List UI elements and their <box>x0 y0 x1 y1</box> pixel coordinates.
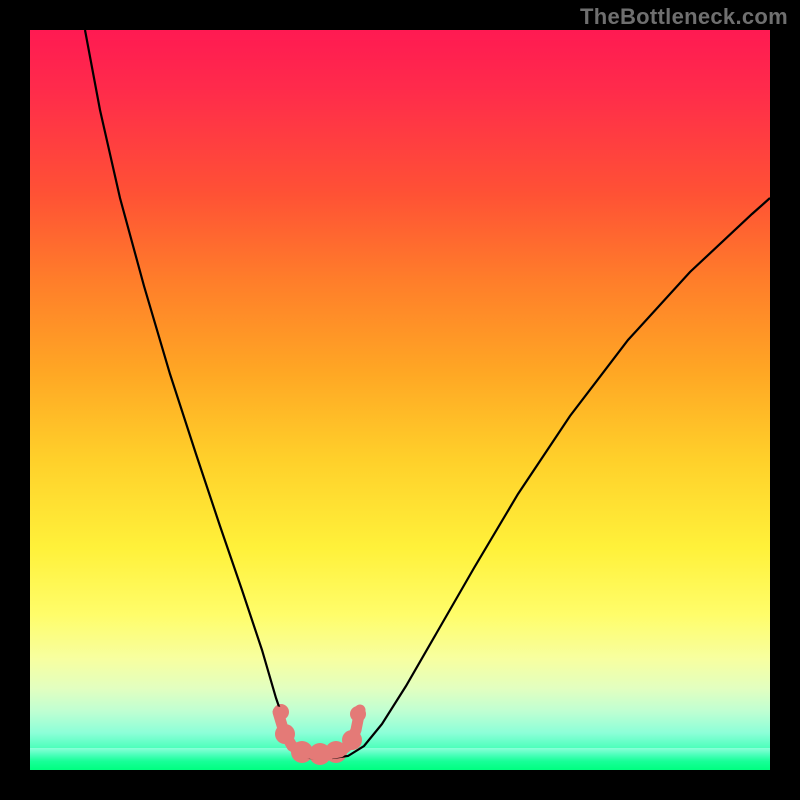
curves-layer <box>30 30 770 770</box>
right-curve <box>332 198 770 758</box>
attribution-text: TheBottleneck.com <box>580 4 788 30</box>
plot-area <box>30 30 770 770</box>
chart-frame: TheBottleneck.com <box>0 0 800 800</box>
left-curve <box>85 30 324 758</box>
